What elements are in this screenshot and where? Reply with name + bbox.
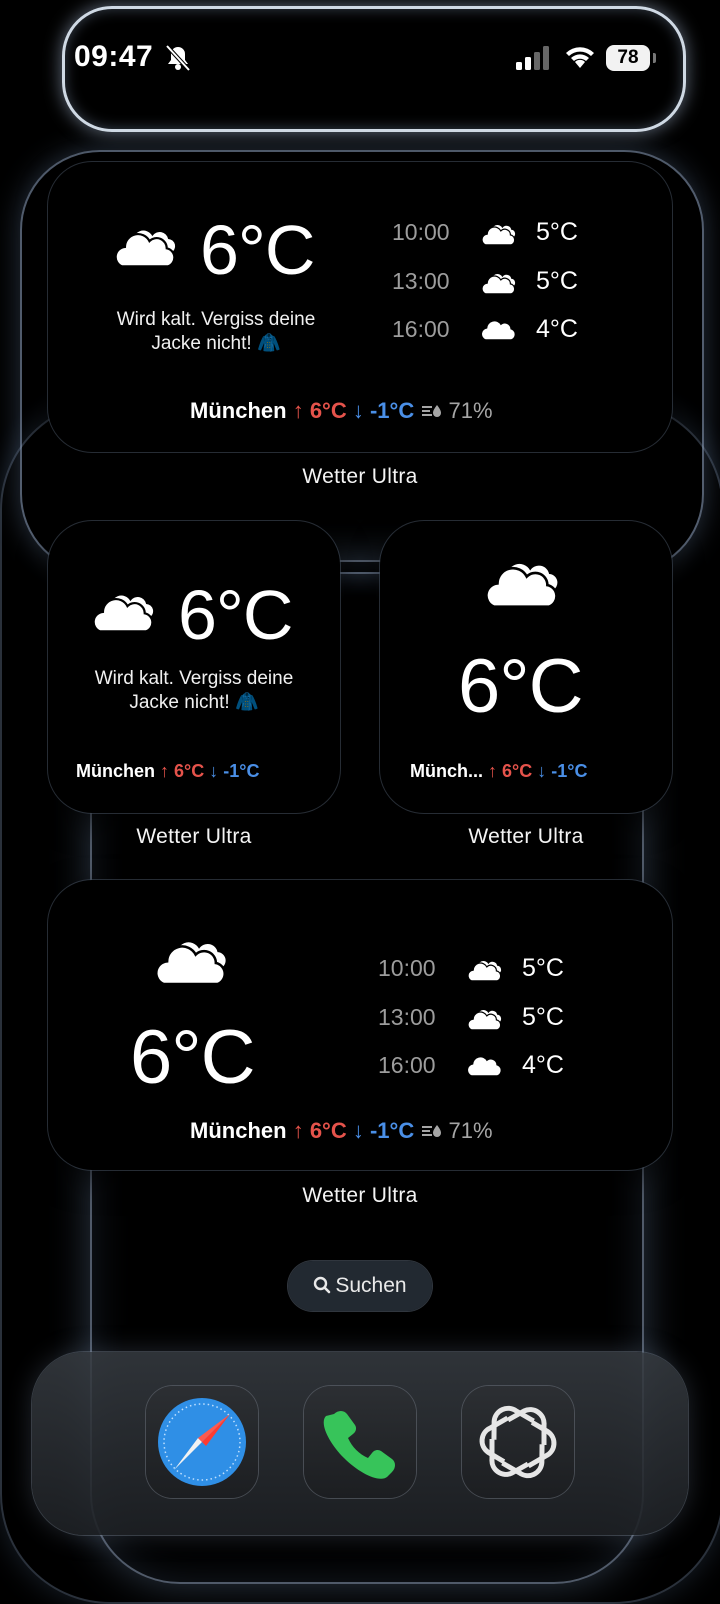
dock-app-phone[interactable] [304, 1386, 416, 1498]
message-line: Jacke nicht! 🧥 [129, 692, 259, 713]
city-name: Münch... [410, 761, 483, 781]
low-arrow-icon: ↓ [537, 761, 547, 781]
search-icon [314, 1276, 331, 1294]
widget-label: Wetter Ultra [302, 465, 418, 488]
forecast-temp: 5°C [522, 1003, 564, 1031]
current-temperature: 6°C [458, 644, 584, 729]
humidity-value: 71% [448, 1118, 493, 1143]
wifi-icon [566, 47, 594, 68]
weather-widget-large[interactable]: 6°C Wird kalt. Vergiss deine Jacke nicht… [48, 162, 672, 452]
low-temperature: -1°C [369, 398, 415, 423]
spotlight-search-button[interactable]: Suchen [288, 1261, 432, 1311]
dock-app-safari[interactable] [146, 1386, 258, 1498]
location-summary: München ↑ 6°C ↓ -1°C 71% [190, 398, 493, 424]
low-temperature: -1°C [369, 1118, 415, 1143]
cloud-icon [480, 314, 520, 343]
forecast-temp: 4°C [522, 1051, 564, 1079]
forecast-time: 16:00 [378, 1052, 436, 1078]
mostly-cloudy-icon [112, 218, 184, 270]
message-line: Wird kalt. Vergiss deine [94, 668, 294, 689]
forecast-time: 10:00 [378, 955, 436, 981]
forecast-time: 13:00 [392, 268, 450, 294]
widget-label: Wetter Ultra [468, 825, 584, 848]
phone-icon [323, 1411, 395, 1479]
dock-app-chatgpt[interactable] [462, 1386, 574, 1498]
location-summary: München ↑ 6°C ↓ -1°C [76, 761, 259, 782]
mostly-cloudy-icon [480, 218, 520, 247]
location-summary: Münch... ↑ 6°C ↓ -1°C [410, 761, 587, 782]
safari-icon [158, 1398, 246, 1486]
mostly-cloudy-icon [482, 549, 568, 611]
widget-label: Wetter Ultra [302, 1184, 418, 1207]
low-arrow-icon: ↓ [352, 1118, 364, 1143]
forecast-time: 13:00 [378, 1004, 436, 1030]
weather-widget-small[interactable]: 6°C Münch... ↑ 6°C ↓ -1°C [380, 521, 672, 813]
low-temperature: -1°C [223, 761, 260, 781]
message-line: Jacke nicht! 🧥 [151, 333, 281, 354]
mostly-cloudy-icon [90, 583, 162, 635]
chatgpt-icon [479, 1405, 557, 1479]
location-summary: München ↑ 6°C ↓ -1°C 71% [190, 1118, 493, 1144]
message-line: Wird kalt. Vergiss deine [116, 309, 316, 330]
cloud-icon [466, 1050, 506, 1079]
humidity-value: 71% [448, 398, 493, 423]
forecast-time: 16:00 [392, 316, 450, 342]
current-temperature: 6°C [200, 211, 315, 289]
low-temperature: -1°C [551, 761, 588, 781]
cellular-signal-icon [516, 46, 549, 70]
silent-mode-icon [165, 44, 191, 72]
humidity-icon [422, 1125, 442, 1137]
battery-indicator: 78 [606, 45, 656, 71]
city-name: München [190, 1118, 287, 1143]
forecast-temp: 5°C [536, 267, 578, 295]
high-arrow-icon: ↑ [292, 398, 304, 423]
high-arrow-icon: ↑ [160, 761, 170, 781]
current-temperature: 6°C [178, 576, 293, 654]
forecast-temp: 5°C [522, 954, 564, 982]
weather-message: Wird kalt. Vergiss deine Jacke nicht! 🧥 [58, 667, 330, 715]
city-name: München [190, 398, 287, 423]
status-time: 09:47 [74, 40, 154, 73]
weather-widget-small[interactable]: 6°C Wird kalt. Vergiss deine Jacke nicht… [48, 521, 340, 813]
search-label: Suchen [335, 1274, 407, 1297]
high-temperature: 6°C [502, 761, 533, 781]
weather-widget-large[interactable]: 6°C 10:00 5°C 13:00 5°C 16:00 4°C Münche… [48, 880, 672, 1170]
high-arrow-icon: ↑ [488, 761, 498, 781]
status-bar: 09:47 78 [0, 0, 720, 118]
mostly-cloudy-icon [466, 1003, 506, 1032]
city-name: München [76, 761, 155, 781]
mostly-cloudy-icon [466, 954, 506, 983]
weather-message: Wird kalt. Vergiss deine Jacke nicht! 🧥 [78, 308, 354, 356]
widget-label: Wetter Ultra [136, 825, 252, 848]
high-temperature: 6°C [309, 398, 347, 423]
current-temperature: 6°C [130, 1015, 256, 1100]
mostly-cloudy-icon [480, 267, 520, 296]
high-arrow-icon: ↑ [292, 1118, 304, 1143]
high-temperature: 6°C [174, 761, 205, 781]
humidity-icon [422, 405, 442, 417]
low-arrow-icon: ↓ [352, 398, 364, 423]
forecast-time: 10:00 [392, 219, 450, 245]
low-arrow-icon: ↓ [209, 761, 219, 781]
high-temperature: 6°C [309, 1118, 347, 1143]
forecast-temp: 5°C [536, 218, 578, 246]
mostly-cloudy-icon [152, 928, 236, 988]
forecast-temp: 4°C [536, 315, 578, 343]
